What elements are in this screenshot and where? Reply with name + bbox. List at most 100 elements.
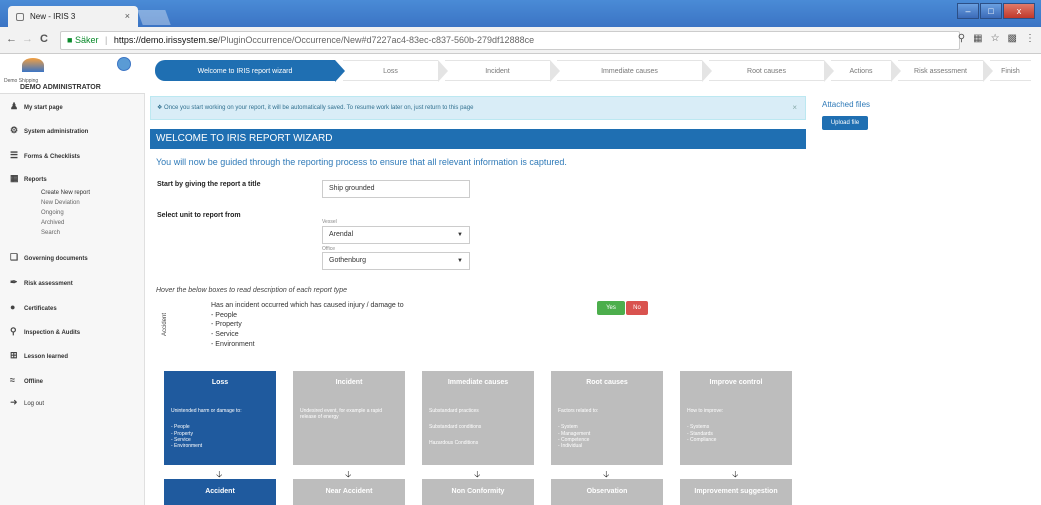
hover-note: Hover the below boxes to read descriptio…	[156, 287, 348, 294]
card-line: Substandard conditions	[429, 424, 482, 430]
sidebar-subitem-search[interactable]: Search	[41, 230, 60, 236]
extension-icon[interactable]: ▩	[1008, 33, 1017, 44]
card-line: Hazardous Conditions	[429, 440, 479, 446]
card-line: How to improve:	[687, 408, 724, 414]
card-title: Loss	[211, 379, 229, 386]
toolbar-actions: ⚲ ▦ ☆ ▩ ⋮	[958, 33, 1035, 44]
type-description-line: - Environment	[211, 341, 255, 348]
left-sidebar: Demo Shipping DEMO ADMINISTRATOR ♟ My sta…	[0, 54, 145, 505]
sidebar-item-inspection-audits[interactable]: ⚲ Inspection & Audits	[10, 325, 80, 337]
chevron-down-icon: ▼	[457, 232, 463, 238]
wizard-stepper: Welcome to IRIS report wizard Loss Incid…	[155, 60, 1031, 82]
sidebar-item-label: Inspection & Audits	[24, 330, 81, 336]
window-controls: – □ x	[957, 3, 1035, 21]
step-label: Risk assessment	[914, 68, 967, 75]
sidebar-subitem-new-deviation[interactable]: New Deviation	[41, 200, 80, 206]
sidebar-item-certificates[interactable]: ● Certificates	[10, 301, 57, 313]
autosave-info-banner: ❖ Once you start working on your report,…	[150, 96, 806, 120]
step-label: Welcome to IRIS report wizard	[197, 68, 293, 75]
type-observation[interactable]: Observation	[551, 479, 663, 505]
report-icon: ▦	[10, 173, 19, 183]
globe-icon[interactable]	[117, 57, 131, 71]
browser-tabbar: New - IRIS 3 × – □ x	[0, 0, 1041, 27]
close-icon[interactable]: ×	[792, 97, 797, 119]
browser-tab[interactable]: New - IRIS 3 ×	[8, 6, 138, 27]
zoom-icon[interactable]: ⚲	[958, 33, 965, 44]
lock-icon: ■	[67, 35, 73, 45]
sidebar-subitem-create-new-report[interactable]: Create New report	[41, 190, 90, 196]
sidebar-item-risk-assessment[interactable]: ✒ Risk assessment	[10, 276, 73, 288]
wizard-heading: WELCOME TO IRIS REPORT WIZARD	[150, 129, 806, 149]
card-line: Undesired event, for example a rapid rel…	[300, 408, 382, 420]
sidebar-subitem-ongoing[interactable]: Ongoing	[41, 210, 64, 216]
step-incident[interactable]: Incident	[445, 60, 560, 82]
menu-icon[interactable]: ⋮	[1025, 33, 1035, 44]
card-title: Improve control	[709, 379, 763, 386]
type-non-conformity[interactable]: Non Conformity	[422, 479, 534, 505]
card-improve-control[interactable]: Improve control How to improve: - System…	[680, 371, 792, 465]
back-icon[interactable]: ←	[6, 33, 17, 45]
bookmark-star-icon[interactable]: ☆	[991, 33, 1000, 44]
sidebar-item-governing-documents[interactable]: ❏ Governing documents	[10, 251, 88, 263]
yes-button[interactable]: Yes	[597, 301, 625, 315]
report-type-name: Accident	[162, 312, 168, 336]
brand-area: Demo Shipping DEMO ADMINISTRATOR	[0, 54, 145, 94]
sidebar-item-system-administration[interactable]: ⚙ System administration	[10, 124, 88, 136]
upload-file-button[interactable]: Upload file	[822, 116, 868, 130]
type-accident[interactable]: Accident	[164, 479, 276, 505]
report-title-input[interactable]: Ship grounded	[322, 180, 470, 198]
sidebar-item-label: Governing documents	[24, 256, 88, 262]
card-incident[interactable]: Incident Undesired event, for example a …	[293, 371, 405, 465]
new-tab-button[interactable]	[137, 10, 171, 25]
sidebar-item-label: Forms & Checklists	[24, 154, 81, 160]
step-finish[interactable]: Finish	[990, 60, 1031, 81]
sidebar-item-label: Log out	[24, 401, 45, 407]
card-root-causes[interactable]: Root causes Factors related to: - System…	[551, 371, 663, 465]
no-button[interactable]: No	[626, 301, 648, 315]
attached-files-heading: Attached files	[822, 100, 871, 109]
close-window-button[interactable]: x	[1003, 3, 1035, 19]
card-immediate-causes[interactable]: Immediate causes Substandard practices S…	[422, 371, 534, 465]
type-near-accident[interactable]: Near Accident	[293, 479, 405, 505]
maximize-button[interactable]: □	[980, 3, 1002, 19]
address-bar[interactable]: ■ Säker | https://demo.irissystem.se/Plu…	[60, 31, 960, 50]
step-risk-assessment[interactable]: Risk assessment	[898, 60, 993, 82]
sidebar-item-label: Certificates	[24, 306, 57, 312]
card-line: - System	[558, 424, 578, 430]
step-immediate-causes[interactable]: Immediate causes	[557, 60, 712, 82]
step-root-causes[interactable]: Root causes	[709, 60, 834, 82]
card-loss[interactable]: Loss Unintended harm or damage to: - Peo…	[164, 371, 276, 465]
documents-icon: ❏	[10, 252, 19, 262]
sidebar-item-label: Reports	[24, 177, 47, 183]
step-label: Incident	[485, 68, 510, 75]
sidebar-subitem-archived[interactable]: Archived	[41, 220, 64, 226]
translate-icon[interactable]: ▦	[973, 33, 982, 44]
gear-icon: ⚙	[10, 125, 19, 135]
reload-icon[interactable]: C	[40, 33, 48, 45]
step-welcome[interactable]: Welcome to IRIS report wizard	[155, 60, 345, 82]
url-host: https://demo.irissystem.se	[113, 35, 218, 45]
tab-close-icon[interactable]: ×	[125, 6, 130, 27]
sidebar-item-log-out[interactable]: ➜ Log out	[10, 396, 44, 408]
step-arrow-icon	[824, 60, 834, 82]
office-value: Gothenburg	[329, 257, 366, 264]
sidebar-item-label: Lesson learned	[24, 354, 69, 360]
card-line: - People	[171, 424, 190, 430]
sidebar-item-reports[interactable]: ▦ Reports	[10, 172, 47, 184]
type-improvement-suggestion[interactable]: Improvement suggestion	[680, 479, 792, 505]
step-loss[interactable]: Loss	[343, 60, 448, 82]
search-icon: ⚲	[10, 326, 17, 336]
step-actions[interactable]: Actions	[831, 60, 901, 82]
sidebar-item-my-start-page[interactable]: ♟ My start page	[10, 100, 63, 112]
type-description-line: - People	[211, 312, 238, 319]
minimize-button[interactable]: –	[957, 3, 979, 19]
sidebar-item-forms-checklists[interactable]: ☰ Forms & Checklists	[10, 149, 80, 161]
sidebar-item-lesson-learned[interactable]: ⊞ Lesson learned	[10, 349, 68, 361]
vessel-select[interactable]: Arendal ▼	[322, 226, 470, 244]
card-line: Factors related to:	[558, 408, 599, 414]
sidebar-item-offline[interactable]: ≈ Offline	[10, 374, 43, 386]
page-favicon-icon	[16, 13, 24, 21]
user-name: DEMO ADMINISTRATOR	[20, 84, 101, 91]
forward-icon[interactable]: →	[22, 33, 33, 45]
office-select[interactable]: Gothenburg ▼	[322, 252, 470, 270]
